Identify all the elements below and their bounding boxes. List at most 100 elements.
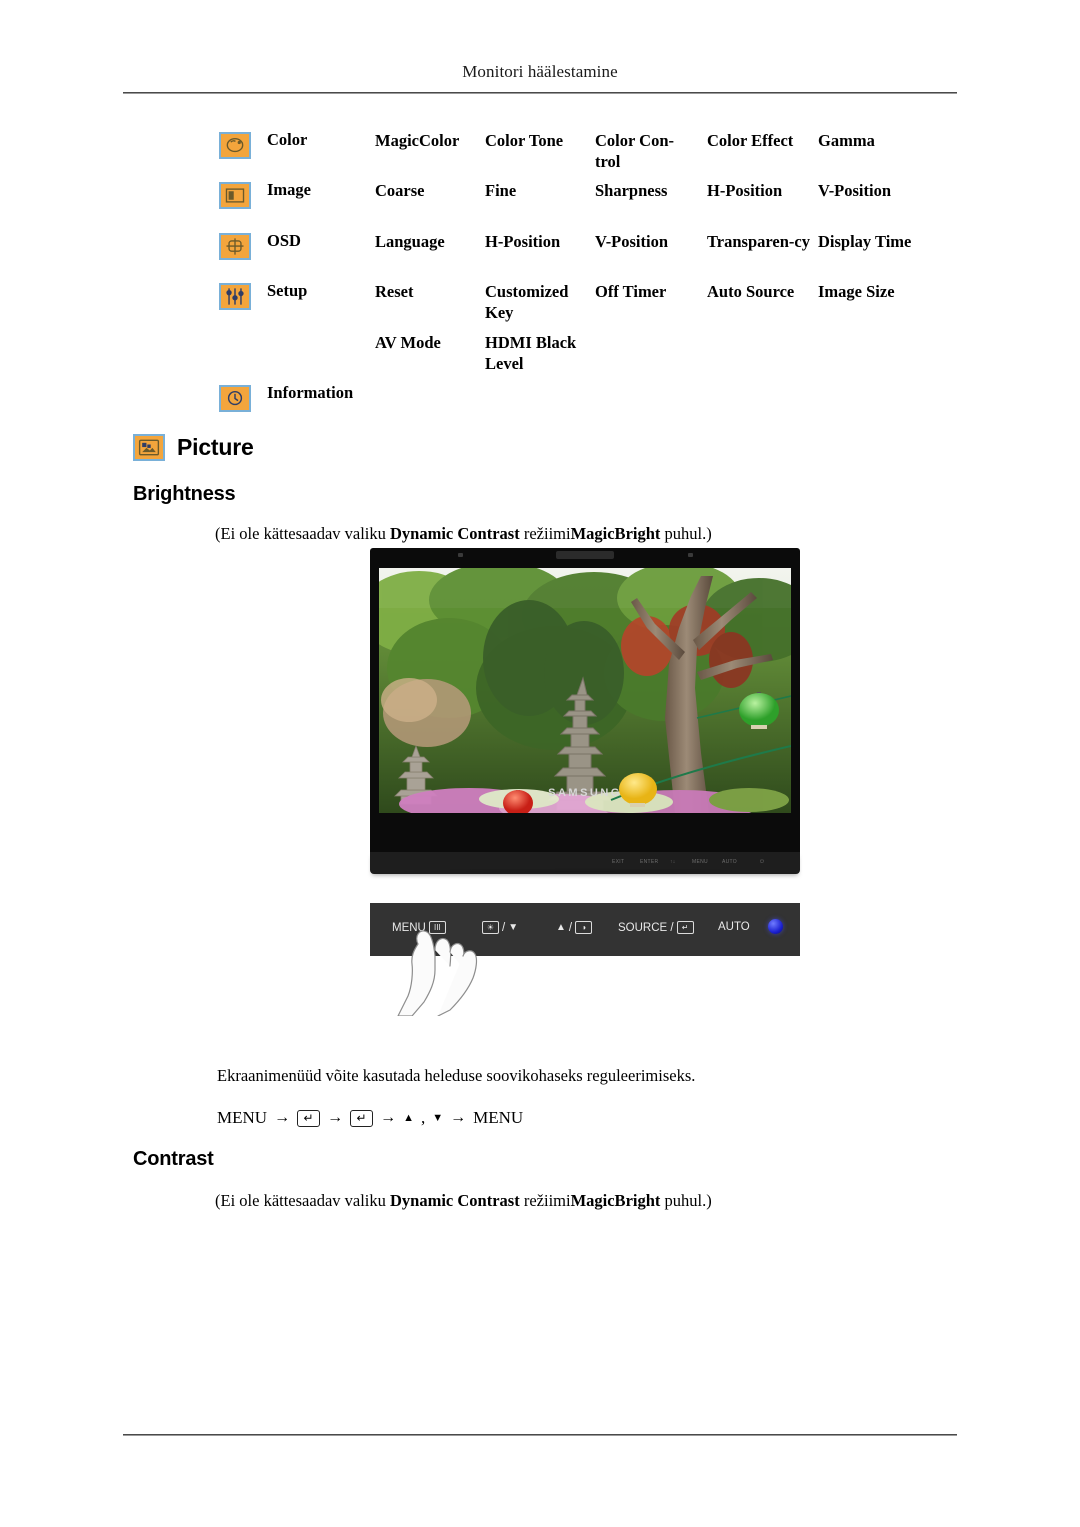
bezel-label-plate (556, 551, 614, 559)
menu-bars-icon: III (428, 921, 446, 934)
osd-menu-map-table: Color MagicColor Color Tone Color Con-tr… (219, 130, 959, 417)
menu-cell: H-Position (707, 181, 783, 200)
arrow-icon: → (450, 1109, 467, 1126)
osd-box-icon (219, 233, 251, 260)
contrast-heading: Contrast (133, 1148, 214, 1170)
menu-cell: Auto Source (707, 282, 795, 301)
source-enter-button[interactable]: SOURCE / ↵ (618, 921, 694, 934)
menu-cell: Customized Key (485, 282, 569, 322)
table-row: Information (219, 383, 959, 417)
monitor-drop-shadow (388, 868, 782, 875)
menu-cell: H-Position (485, 232, 561, 251)
table-row: AV Mode HDMI Black Level (219, 332, 959, 383)
volume-icon: ◑ (575, 921, 593, 934)
menu-cell: HDMI Black Level (485, 333, 577, 373)
brightness-body-text: Ekraanimenüüd võite kasutada heleduse so… (217, 1066, 696, 1085)
monitor-top-bezel (370, 548, 800, 562)
brightness-icon: ☀ (482, 921, 499, 934)
note-middle: režiimi (519, 524, 571, 543)
image-frame-icon (219, 182, 251, 209)
triangle-up-icon: ▲ (403, 1111, 414, 1124)
triangle-up-icon: ▲ (556, 921, 566, 933)
monitor-illustration: SAMSUNG EXIT ENTER ↑↓ MENU AUTO ⏻ (370, 548, 800, 874)
keyseq-menu-end: MENU (473, 1108, 524, 1127)
page-title: Picture (177, 434, 254, 460)
enter-key-icon: ↵ (297, 1109, 321, 1127)
source-label: SOURCE / (618, 921, 674, 934)
menu-cell: Color Con-trol (595, 131, 674, 171)
footer-rule (123, 1434, 957, 1436)
brightness-heading: Brightness (133, 483, 236, 505)
base-label: AUTO (722, 859, 737, 865)
menu-cell: Transparen-cy (707, 232, 810, 251)
bezel-sensor-left-icon (458, 553, 463, 557)
enter-icon: ↵ (676, 921, 694, 934)
note-prefix: (Ei ole kättesaadav valiku (215, 1191, 391, 1210)
keyseq-menu-start: MENU (217, 1108, 268, 1127)
running-head-title: Monitori häälestamine (462, 62, 618, 81)
bezel-sensor-right-icon (688, 553, 693, 557)
menu-cell: Display Time (818, 232, 912, 251)
brightness-availability-note: (Ei ole kättesaadav valiku Dynamic Contr… (215, 524, 712, 544)
slash-separator: / (568, 921, 573, 934)
menu-cell: Coarse (375, 181, 425, 200)
picture-section-heading: Picture (133, 434, 254, 461)
menu-cell: MagicColor (375, 131, 460, 150)
note-bold-dynamic-contrast: Dynamic Contrast (390, 524, 520, 543)
auto-button[interactable]: AUTO (718, 921, 750, 933)
enter-key-icon: ↵ (350, 1109, 374, 1127)
volume-up-button[interactable]: ▲ / ◑ (556, 921, 593, 934)
arrow-icon: → (274, 1109, 291, 1126)
note-suffix: puhul.) (660, 1191, 712, 1210)
base-label: ENTER (640, 859, 659, 865)
information-clock-icon (219, 385, 251, 412)
note-prefix: (Ei ole kättesaadav valiku (215, 524, 391, 543)
note-middle: režiimi (519, 1191, 571, 1210)
menu-row-label: Image (267, 180, 311, 199)
contrast-availability-note: (Ei ole kättesaadav valiku Dynamic Contr… (215, 1191, 712, 1211)
table-row: Color MagicColor Color Tone Color Con-tr… (219, 130, 959, 180)
menu-cell: Gamma (818, 131, 875, 150)
monitor-control-panel: MENU III ☀ / ▼ ▲ / ◑ SOURCE / ↵ AUTO (370, 903, 800, 956)
menu-cell: Fine (485, 181, 517, 200)
menu-cell: AV Mode (375, 333, 441, 352)
brightness-down-button[interactable]: ☀ / ▼ (482, 921, 518, 934)
base-label: MENU (692, 859, 708, 865)
auto-label: AUTO (718, 921, 750, 933)
base-label: ⏻ (760, 859, 765, 865)
table-row: OSD Language H-Position V-Position Trans… (219, 231, 959, 281)
menu-cell: V-Position (818, 181, 892, 200)
setup-sliders-icon (219, 283, 251, 310)
monitor-bezel: SAMSUNG (370, 562, 800, 852)
note-bold-magicbright: MagicBright (570, 524, 661, 543)
menu-row-label: OSD (267, 231, 301, 250)
power-button-icon[interactable] (768, 919, 783, 934)
menu-cell: Reset (375, 282, 414, 301)
menu-cell: Color Tone (485, 131, 564, 150)
note-bold-magicbright: MagicBright (570, 1191, 661, 1210)
menu-button-label: MENU (392, 921, 426, 934)
base-label: ↑↓ (670, 859, 676, 865)
color-palette-icon (219, 132, 251, 159)
menu-cell: V-Position (595, 232, 669, 251)
base-label: EXIT (612, 859, 625, 865)
menu-cell: Color Effect (707, 131, 794, 150)
menu-cell: Off Timer (595, 282, 667, 301)
note-bold-dynamic-contrast: Dynamic Contrast (390, 1191, 520, 1210)
header-rule (123, 92, 957, 94)
menu-button[interactable]: MENU III (392, 921, 446, 934)
picture-frame-icon (133, 434, 165, 461)
slash-separator: / (502, 921, 506, 934)
menu-row-label: Color (267, 130, 308, 149)
comma-separator: , (420, 1108, 426, 1127)
note-suffix: puhul.) (660, 524, 712, 543)
triangle-down-icon: ▼ (508, 921, 519, 933)
menu-key-sequence: MENU → ↵ → ↵ → ▲ , ▼ → MENU (217, 1108, 523, 1128)
menu-cell: Language (375, 232, 445, 251)
monitor-brand-label: SAMSUNG (548, 787, 622, 799)
arrow-icon: → (380, 1109, 397, 1126)
garden-photo (379, 568, 791, 813)
table-row: Setup Reset Customized Key Off Timer Aut… (219, 281, 959, 332)
monitor-screen: SAMSUNG (379, 568, 791, 813)
triangle-down-icon: ▼ (432, 1111, 444, 1124)
